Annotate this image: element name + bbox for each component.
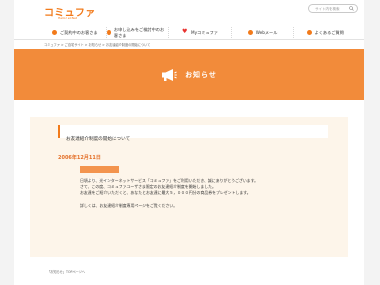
article-date: 2006年12月11日 (58, 155, 101, 161)
site-logo-sub: Hello! eCNet (58, 16, 77, 20)
nav-item-webmail[interactable]: Webメール (230, 27, 294, 38)
user-icon (51, 30, 57, 35)
page-banner: お知らせ (14, 49, 364, 100)
search-placeholder: サイト内を検索 (315, 7, 340, 11)
nav-item-prospective-customers[interactable]: お申し込みをご検討中のお客さま (105, 26, 169, 38)
nav-item-current-customers[interactable]: ご契約中のお客さま (44, 27, 106, 38)
page-title: お知らせ (185, 70, 217, 79)
page: コミュファ Hello! eCNet サイト内を検索 ご契約中のお客さま お申し… (14, 0, 364, 285)
article-paragraph: 詳しくは、お友達紹介制度専用ページをご覧ください。 (80, 202, 178, 208)
megaphone-icon (162, 68, 177, 81)
nav-item-faq[interactable]: よくあるご質問 (293, 27, 356, 38)
mail-icon (247, 30, 253, 35)
question-icon (306, 30, 312, 35)
article-body: 日頃より、光インターネットサービス「コミュファ」をご利用いただき、誠にありがとう… (80, 178, 330, 209)
header-divider (14, 39, 364, 40)
audience-badge: ご契約中のお客さま (80, 166, 119, 182)
nav-item-label: Webメール (255, 29, 278, 35)
heart-icon (182, 28, 188, 35)
search-input[interactable]: サイト内を検索 (308, 4, 358, 13)
main-nav: ご契約中のお客さま お申し込みをご検討中のお客さま Myコミュファ Webメール… (44, 27, 356, 38)
site-header: コミュファ Hello! eCNet サイト内を検索 (14, 0, 364, 22)
article-panel: お友達紹介制度の開始について 2006年12月11日 ご契約中のお客さま 日頃よ… (30, 117, 348, 257)
nav-item-label: Myコミュファ (190, 29, 218, 35)
user-icon (106, 30, 111, 35)
nav-item-label: よくあるご質問 (314, 29, 344, 35)
nav-item-my-commufa[interactable]: Myコミュファ (168, 27, 231, 38)
article-title-box: お友達紹介制度の開始について (58, 125, 328, 142)
search-icon[interactable] (349, 6, 354, 11)
nav-item-label: お申し込みをご検討中のお客さま (113, 26, 165, 38)
breadcrumb[interactable]: コミュファ > ご自宅サイト > お知らせ > お友達紹介制度の開始について (44, 42, 150, 47)
nav-item-label: ご契約中のお客さま (59, 29, 98, 35)
article-title: お友達紹介制度の開始について (66, 137, 131, 142)
news-top-link[interactable]: 「お知らせ」TOPページへ (47, 269, 85, 274)
